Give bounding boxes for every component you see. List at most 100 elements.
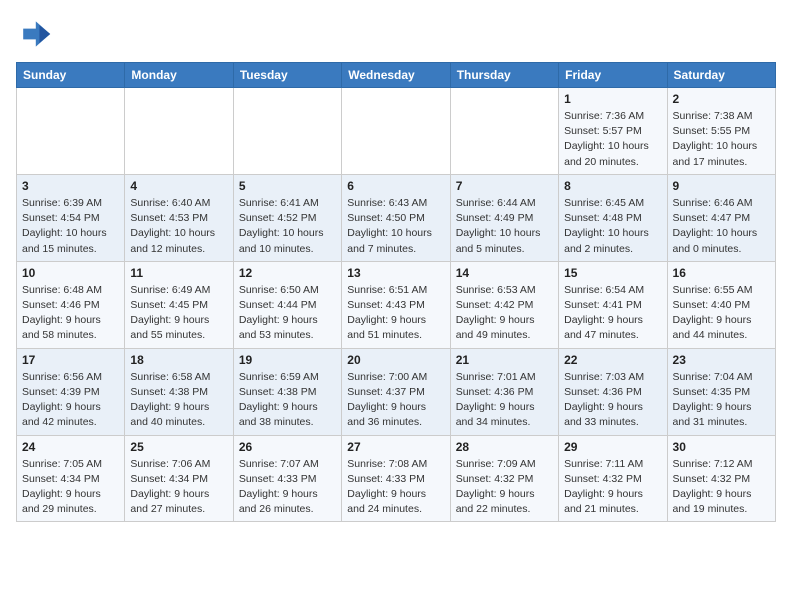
- day-info: Sunrise: 6:43 AM Sunset: 4:50 PM Dayligh…: [347, 196, 444, 257]
- day-number: 14: [456, 266, 553, 280]
- calendar-cell: [342, 88, 450, 175]
- weekday-header: Sunday: [17, 63, 125, 88]
- calendar-table: SundayMondayTuesdayWednesdayThursdayFrid…: [16, 62, 776, 522]
- day-info: Sunrise: 6:56 AM Sunset: 4:39 PM Dayligh…: [22, 370, 119, 431]
- calendar-header-row: SundayMondayTuesdayWednesdayThursdayFrid…: [17, 63, 776, 88]
- day-number: 4: [130, 179, 227, 193]
- calendar-cell: 26 Sunrise: 7:07 AM Sunset: 4:33 PM Dayli…: [233, 435, 341, 522]
- calendar-cell: 9 Sunrise: 6:46 AM Sunset: 4:47 PM Daylig…: [667, 174, 775, 261]
- day-info: Sunrise: 7:11 AM Sunset: 4:32 PM Dayligh…: [564, 457, 661, 518]
- logo-icon: [16, 16, 52, 52]
- day-number: 11: [130, 266, 227, 280]
- day-info: Sunrise: 7:06 AM Sunset: 4:34 PM Dayligh…: [130, 457, 227, 518]
- day-info: Sunrise: 6:59 AM Sunset: 4:38 PM Dayligh…: [239, 370, 336, 431]
- calendar-cell: 15 Sunrise: 6:54 AM Sunset: 4:41 PM Dayli…: [559, 261, 667, 348]
- day-number: 1: [564, 92, 661, 106]
- day-info: Sunrise: 7:04 AM Sunset: 4:35 PM Dayligh…: [673, 370, 770, 431]
- day-number: 15: [564, 266, 661, 280]
- day-number: 8: [564, 179, 661, 193]
- calendar-cell: 21 Sunrise: 7:01 AM Sunset: 4:36 PM Dayli…: [450, 348, 558, 435]
- calendar-cell: 23 Sunrise: 7:04 AM Sunset: 4:35 PM Dayli…: [667, 348, 775, 435]
- calendar-cell: 13 Sunrise: 6:51 AM Sunset: 4:43 PM Dayli…: [342, 261, 450, 348]
- day-info: Sunrise: 7:08 AM Sunset: 4:33 PM Dayligh…: [347, 457, 444, 518]
- calendar-cell: 4 Sunrise: 6:40 AM Sunset: 4:53 PM Daylig…: [125, 174, 233, 261]
- calendar-cell: 12 Sunrise: 6:50 AM Sunset: 4:44 PM Dayli…: [233, 261, 341, 348]
- page-header: [16, 16, 776, 52]
- day-number: 17: [22, 353, 119, 367]
- calendar-cell: 30 Sunrise: 7:12 AM Sunset: 4:32 PM Dayli…: [667, 435, 775, 522]
- day-number: 3: [22, 179, 119, 193]
- day-info: Sunrise: 6:45 AM Sunset: 4:48 PM Dayligh…: [564, 196, 661, 257]
- day-info: Sunrise: 6:39 AM Sunset: 4:54 PM Dayligh…: [22, 196, 119, 257]
- calendar-cell: 1 Sunrise: 7:36 AM Sunset: 5:57 PM Daylig…: [559, 88, 667, 175]
- day-info: Sunrise: 7:07 AM Sunset: 4:33 PM Dayligh…: [239, 457, 336, 518]
- day-number: 2: [673, 92, 770, 106]
- calendar-cell: 29 Sunrise: 7:11 AM Sunset: 4:32 PM Dayli…: [559, 435, 667, 522]
- calendar-cell: [233, 88, 341, 175]
- calendar-cell: 7 Sunrise: 6:44 AM Sunset: 4:49 PM Daylig…: [450, 174, 558, 261]
- day-number: 26: [239, 440, 336, 454]
- calendar-week-row: 24Sunrise: 7:05 AM Sunset: 4:34 PM Dayli…: [17, 435, 776, 522]
- weekday-header: Tuesday: [233, 63, 341, 88]
- day-info: Sunrise: 6:58 AM Sunset: 4:38 PM Dayligh…: [130, 370, 227, 431]
- calendar-cell: 20 Sunrise: 7:00 AM Sunset: 4:37 PM Dayli…: [342, 348, 450, 435]
- calendar-cell: 25 Sunrise: 7:06 AM Sunset: 4:34 PM Dayli…: [125, 435, 233, 522]
- day-number: 9: [673, 179, 770, 193]
- calendar-cell: 27 Sunrise: 7:08 AM Sunset: 4:33 PM Dayli…: [342, 435, 450, 522]
- calendar-cell: 16Sunrise: 6:55 AM Sunset: 4:40 PM Dayli…: [667, 261, 775, 348]
- calendar-cell: 2Sunrise: 7:38 AM Sunset: 5:55 PM Daylig…: [667, 88, 775, 175]
- calendar-cell: 19 Sunrise: 6:59 AM Sunset: 4:38 PM Dayli…: [233, 348, 341, 435]
- day-number: 21: [456, 353, 553, 367]
- day-info: Sunrise: 7:01 AM Sunset: 4:36 PM Dayligh…: [456, 370, 553, 431]
- day-number: 6: [347, 179, 444, 193]
- day-info: Sunrise: 6:51 AM Sunset: 4:43 PM Dayligh…: [347, 283, 444, 344]
- day-info: Sunrise: 7:12 AM Sunset: 4:32 PM Dayligh…: [673, 457, 770, 518]
- day-info: Sunrise: 7:00 AM Sunset: 4:37 PM Dayligh…: [347, 370, 444, 431]
- day-number: 7: [456, 179, 553, 193]
- day-info: Sunrise: 6:50 AM Sunset: 4:44 PM Dayligh…: [239, 283, 336, 344]
- day-number: 20: [347, 353, 444, 367]
- day-info: Sunrise: 6:55 AM Sunset: 4:40 PM Dayligh…: [673, 283, 770, 344]
- calendar-week-row: 10 Sunrise: 6:48 AM Sunset: 4:46 PM Dayli…: [17, 261, 776, 348]
- day-info: Sunrise: 7:09 AM Sunset: 4:32 PM Dayligh…: [456, 457, 553, 518]
- day-number: 10: [22, 266, 119, 280]
- day-number: 22: [564, 353, 661, 367]
- day-number: 27: [347, 440, 444, 454]
- day-number: 28: [456, 440, 553, 454]
- calendar-cell: 6 Sunrise: 6:43 AM Sunset: 4:50 PM Daylig…: [342, 174, 450, 261]
- weekday-header: Thursday: [450, 63, 558, 88]
- calendar-cell: 10 Sunrise: 6:48 AM Sunset: 4:46 PM Dayli…: [17, 261, 125, 348]
- day-number: 13: [347, 266, 444, 280]
- calendar-cell: 5 Sunrise: 6:41 AM Sunset: 4:52 PM Daylig…: [233, 174, 341, 261]
- calendar-cell: 11Sunrise: 6:49 AM Sunset: 4:45 PM Dayli…: [125, 261, 233, 348]
- day-info: Sunrise: 7:36 AM Sunset: 5:57 PM Dayligh…: [564, 109, 661, 170]
- weekday-header: Monday: [125, 63, 233, 88]
- weekday-header: Friday: [559, 63, 667, 88]
- day-number: 12: [239, 266, 336, 280]
- calendar-cell: 8 Sunrise: 6:45 AM Sunset: 4:48 PM Daylig…: [559, 174, 667, 261]
- day-number: 23: [673, 353, 770, 367]
- calendar-cell: [125, 88, 233, 175]
- day-number: 19: [239, 353, 336, 367]
- calendar-cell: 24Sunrise: 7:05 AM Sunset: 4:34 PM Dayli…: [17, 435, 125, 522]
- day-info: Sunrise: 6:41 AM Sunset: 4:52 PM Dayligh…: [239, 196, 336, 257]
- calendar-cell: 28 Sunrise: 7:09 AM Sunset: 4:32 PM Dayli…: [450, 435, 558, 522]
- calendar-cell: 22 Sunrise: 7:03 AM Sunset: 4:36 PM Dayli…: [559, 348, 667, 435]
- calendar-week-row: 3 Sunrise: 6:39 AM Sunset: 4:54 PM Daylig…: [17, 174, 776, 261]
- day-info: Sunrise: 7:05 AM Sunset: 4:34 PM Dayligh…: [22, 457, 119, 518]
- calendar-cell: [450, 88, 558, 175]
- calendar-week-row: 1 Sunrise: 7:36 AM Sunset: 5:57 PM Daylig…: [17, 88, 776, 175]
- day-info: Sunrise: 6:44 AM Sunset: 4:49 PM Dayligh…: [456, 196, 553, 257]
- calendar-cell: 14Sunrise: 6:53 AM Sunset: 4:42 PM Dayli…: [450, 261, 558, 348]
- day-number: 29: [564, 440, 661, 454]
- day-number: 5: [239, 179, 336, 193]
- day-info: Sunrise: 6:46 AM Sunset: 4:47 PM Dayligh…: [673, 196, 770, 257]
- day-info: Sunrise: 6:40 AM Sunset: 4:53 PM Dayligh…: [130, 196, 227, 257]
- day-number: 30: [673, 440, 770, 454]
- day-info: Sunrise: 6:54 AM Sunset: 4:41 PM Dayligh…: [564, 283, 661, 344]
- day-number: 25: [130, 440, 227, 454]
- weekday-header: Saturday: [667, 63, 775, 88]
- day-info: Sunrise: 7:03 AM Sunset: 4:36 PM Dayligh…: [564, 370, 661, 431]
- day-info: Sunrise: 6:48 AM Sunset: 4:46 PM Dayligh…: [22, 283, 119, 344]
- weekday-header: Wednesday: [342, 63, 450, 88]
